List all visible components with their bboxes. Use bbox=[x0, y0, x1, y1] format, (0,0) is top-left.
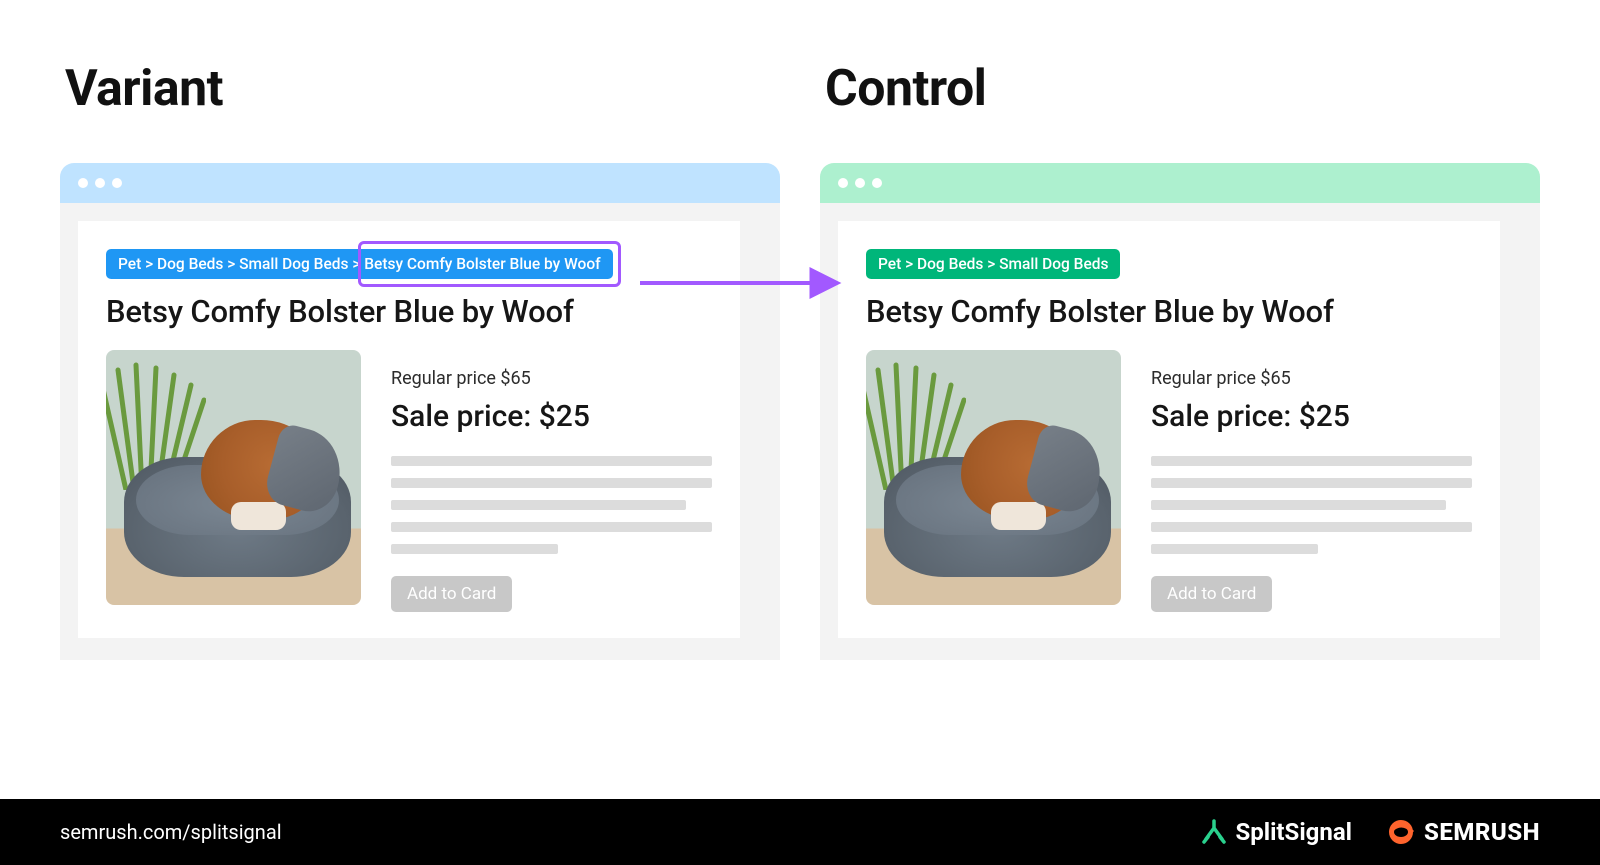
variant-product-row: Regular price $65 Sale price: $25 Add to… bbox=[106, 350, 712, 612]
product-image bbox=[106, 350, 361, 605]
window-dot-icon bbox=[112, 178, 122, 188]
variant-product-info: Regular price $65 Sale price: $25 Add to… bbox=[391, 350, 712, 612]
variant-column: Variant Pet > Dog Beds > Small Dog Beds … bbox=[60, 60, 780, 779]
text-skeleton bbox=[1151, 478, 1472, 488]
dog-shape bbox=[961, 420, 1081, 520]
splitsignal-logo: SplitSignal bbox=[1201, 818, 1352, 846]
variant-window-body: Pet > Dog Beds > Small Dog Beds > Betsy … bbox=[60, 203, 780, 660]
footer-url: semrush.com/splitsignal bbox=[60, 820, 282, 844]
variant-sale-price: Sale price: $25 bbox=[391, 399, 712, 434]
control-page: Pet > Dog Beds > Small Dog Beds Betsy Co… bbox=[838, 221, 1500, 638]
semrush-logo: SEMRUSH bbox=[1386, 817, 1540, 847]
footer-bar: semrush.com/splitsignal SplitSignal SEMR… bbox=[0, 799, 1600, 865]
text-skeleton bbox=[1151, 522, 1472, 532]
variant-breadcrumb[interactable]: Pet > Dog Beds > Small Dog Beds > Betsy … bbox=[106, 249, 613, 279]
text-skeleton bbox=[1151, 500, 1446, 510]
variant-page: Pet > Dog Beds > Small Dog Beds > Betsy … bbox=[78, 221, 740, 638]
text-skeleton bbox=[391, 478, 712, 488]
text-skeleton bbox=[391, 522, 712, 532]
window-dot-icon bbox=[838, 178, 848, 188]
window-dot-icon bbox=[855, 178, 865, 188]
control-product-row: Regular price $65 Sale price: $25 Add to… bbox=[866, 350, 1472, 612]
control-product-title: Betsy Comfy Bolster Blue by Woof bbox=[866, 293, 1472, 330]
control-window: Pet > Dog Beds > Small Dog Beds Betsy Co… bbox=[820, 163, 1540, 660]
variant-window: Pet > Dog Beds > Small Dog Beds > Betsy … bbox=[60, 163, 780, 660]
variant-breadcrumb-wrap: Pet > Dog Beds > Small Dog Beds > Betsy … bbox=[106, 249, 613, 279]
splitsignal-text: SplitSignal bbox=[1235, 818, 1352, 846]
control-breadcrumb[interactable]: Pet > Dog Beds > Small Dog Beds bbox=[866, 249, 1120, 279]
window-dot-icon bbox=[872, 178, 882, 188]
control-regular-price: Regular price $65 bbox=[1151, 368, 1472, 389]
add-to-cart-button[interactable]: Add to Card bbox=[391, 576, 512, 612]
splitsignal-icon bbox=[1201, 819, 1227, 845]
footer-brands: SplitSignal SEMRUSH bbox=[1201, 817, 1540, 847]
text-skeleton bbox=[1151, 544, 1318, 554]
product-image bbox=[866, 350, 1121, 605]
control-sale-price: Sale price: $25 bbox=[1151, 399, 1472, 434]
variant-product-title: Betsy Comfy Bolster Blue by Woof bbox=[106, 293, 712, 330]
text-skeleton bbox=[391, 500, 686, 510]
text-skeleton bbox=[1151, 456, 1472, 466]
control-product-info: Regular price $65 Sale price: $25 Add to… bbox=[1151, 350, 1472, 612]
text-skeleton bbox=[391, 544, 558, 554]
variant-window-bar bbox=[60, 163, 780, 203]
control-window-bar bbox=[820, 163, 1540, 203]
variant-heading: Variant bbox=[65, 60, 780, 118]
window-dot-icon bbox=[78, 178, 88, 188]
dog-shape bbox=[201, 420, 321, 520]
variant-regular-price: Regular price $65 bbox=[391, 368, 712, 389]
text-skeleton bbox=[391, 456, 712, 466]
semrush-text: SEMRUSH bbox=[1424, 818, 1540, 846]
control-column: Control Pet > Dog Beds > Small Dog Beds … bbox=[820, 60, 1540, 779]
window-dot-icon bbox=[95, 178, 105, 188]
add-to-cart-button[interactable]: Add to Card bbox=[1151, 576, 1272, 612]
semrush-icon bbox=[1386, 817, 1416, 847]
control-heading: Control bbox=[825, 60, 1540, 118]
control-window-body: Pet > Dog Beds > Small Dog Beds Betsy Co… bbox=[820, 203, 1540, 660]
control-breadcrumb-wrap: Pet > Dog Beds > Small Dog Beds bbox=[866, 249, 1120, 279]
comparison-main: Variant Pet > Dog Beds > Small Dog Beds … bbox=[0, 0, 1600, 799]
